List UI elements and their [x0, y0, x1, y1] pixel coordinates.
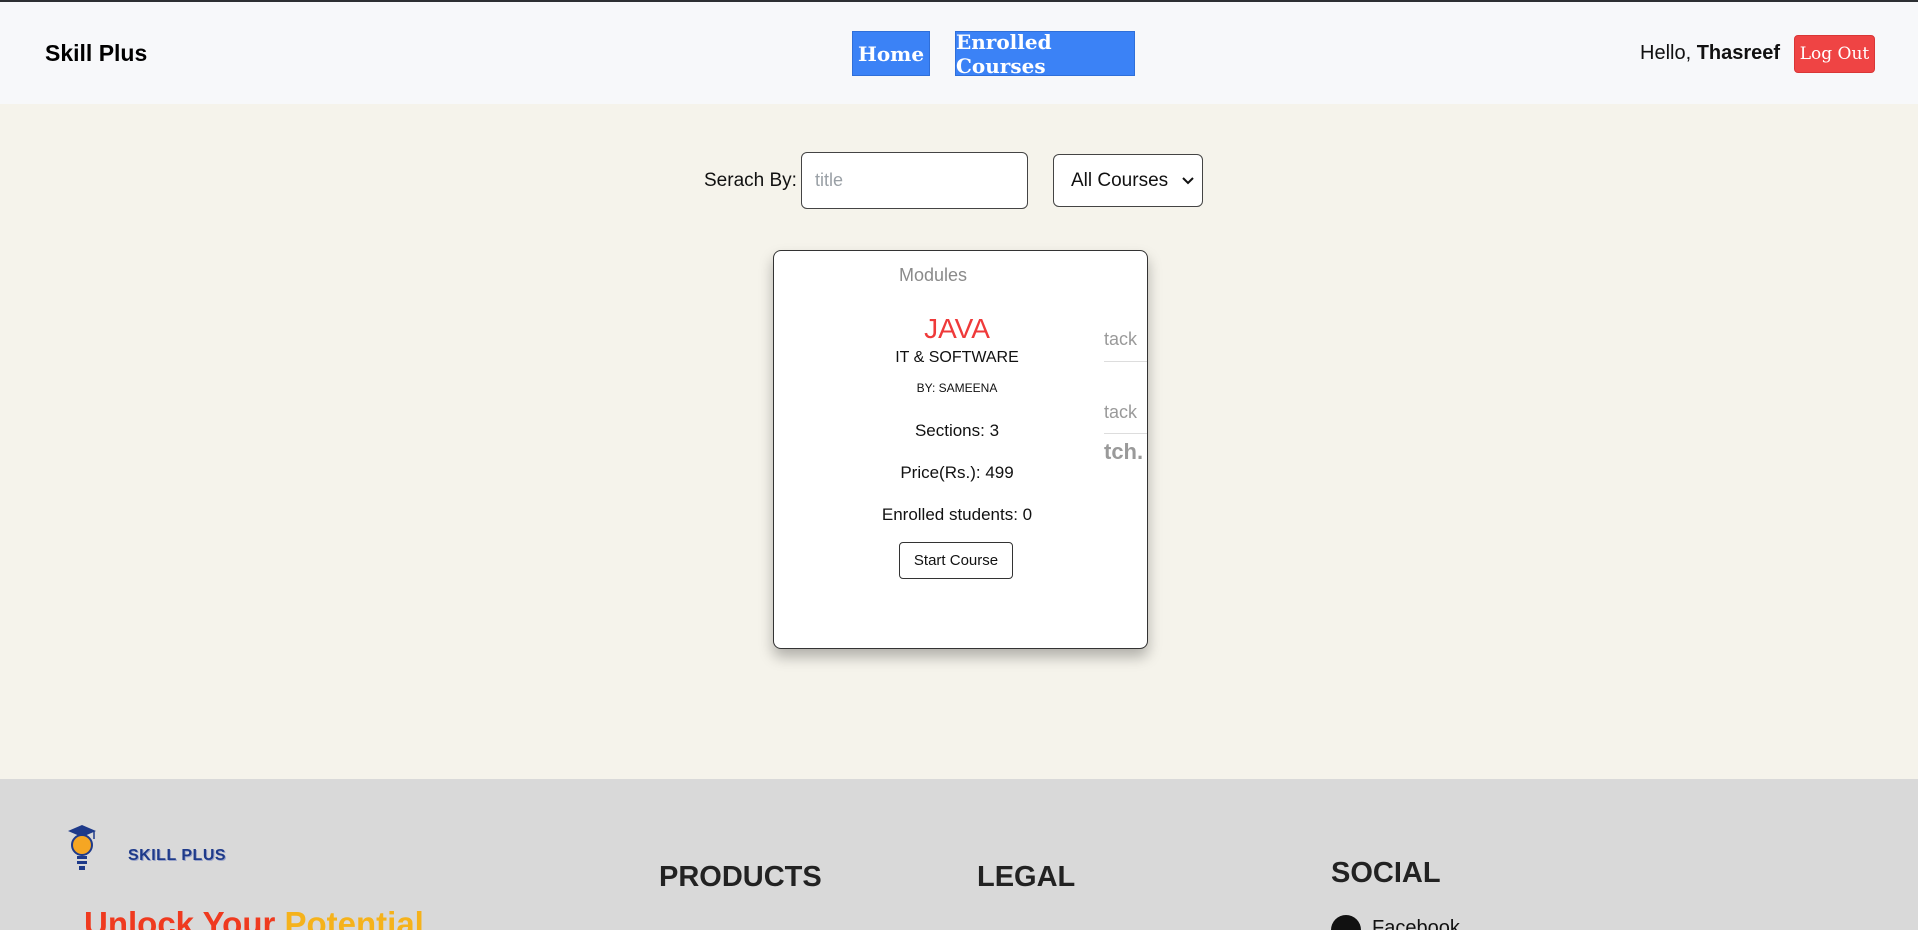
course-card: Modules JAVA IT & SOFTWARE BY: SAMEENA S…	[773, 250, 1148, 649]
home-button[interactable]: Home	[852, 31, 930, 76]
user-name: Thasreef	[1696, 42, 1781, 64]
greeting-prefix: Hello,	[1640, 42, 1692, 64]
card-back-text-3: tch.	[1104, 439, 1144, 464]
course-category: IT & SOFTWARE	[895, 349, 1019, 366]
navbar: Skill Plus Home Enrolled Courses Hello, …	[0, 2, 1918, 104]
logout-button[interactable]: Log Out	[1794, 35, 1875, 73]
footer-logo-text: SKILL PLUS	[128, 847, 227, 864]
course-sections: Sections: 3	[914, 421, 1000, 440]
search-label: Serach By:	[704, 170, 797, 191]
footer-products-heading: PRODUCTS	[659, 861, 822, 893]
enrolled-courses-button[interactable]: Enrolled Courses	[955, 30, 1135, 78]
start-course-button[interactable]: Start Course	[899, 542, 1013, 579]
course-enrolled-count: Enrolled students: 0	[881, 505, 1033, 524]
card-back-text-2: tack	[1104, 402, 1138, 422]
brand-title[interactable]: Skill Plus	[45, 40, 147, 67]
chevron-down-icon	[1182, 177, 1194, 185]
facebook-link[interactable]: Facebook	[1372, 917, 1460, 930]
facebook-icon[interactable]	[1331, 915, 1361, 930]
skill-plus-logo-icon	[68, 825, 96, 870]
card-back-text-1: tack	[1104, 329, 1138, 349]
modules-label: Modules	[899, 265, 968, 285]
course-filter-value: All Courses	[1071, 169, 1169, 191]
footer: SKILL PLUS Unlock Your Potential PRODUCT…	[0, 779, 1918, 930]
course-author: BY: SAMEENA	[916, 381, 998, 395]
course-price: Price(Rs.): 499	[900, 463, 1014, 482]
course-title: JAVA	[924, 313, 990, 344]
card-back-divider	[1104, 361, 1147, 362]
tagline-part-2: Potential	[284, 905, 424, 930]
course-filter-select[interactable]: All Courses	[1053, 154, 1203, 207]
footer-social-heading: SOCIAL	[1331, 857, 1441, 889]
footer-tagline: Unlock Your Potential	[84, 905, 424, 930]
card-back-divider	[1104, 433, 1147, 434]
tagline-part-1: Unlock Your	[84, 905, 276, 930]
user-greeting: Hello, Thasreef	[1640, 42, 1780, 65]
search-input[interactable]	[801, 152, 1028, 209]
footer-legal-heading: LEGAL	[977, 861, 1076, 893]
